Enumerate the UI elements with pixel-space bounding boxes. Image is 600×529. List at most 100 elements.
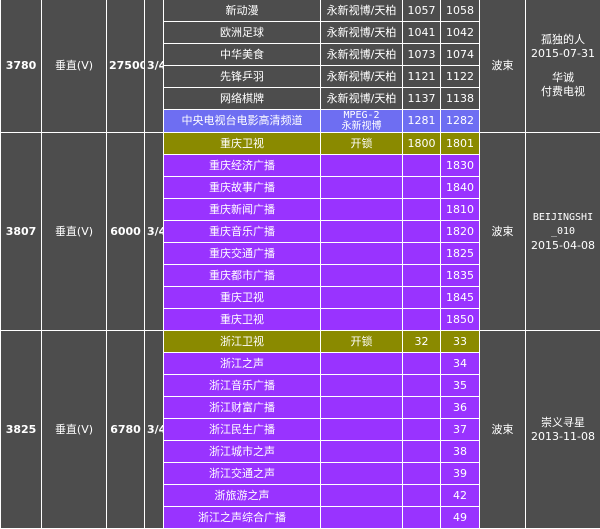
audio-pid: 1074 [441, 44, 480, 66]
symbol-rate: 27500 [107, 0, 145, 133]
fec: 3/4 [145, 0, 164, 133]
audio-pid: 1840 [441, 177, 480, 199]
polarity: 垂直(V) [42, 0, 107, 133]
audio-pid: 33 [441, 331, 480, 353]
encryption-system [321, 441, 403, 463]
encryption-system [321, 485, 403, 507]
video-pid: 32 [403, 331, 441, 353]
video-pid: 1041 [403, 22, 441, 44]
encryption-system [321, 419, 403, 441]
update-note: 崇义寻星 2013-11-08 [526, 331, 600, 529]
channel-name[interactable]: 重庆都市广播 [164, 265, 321, 287]
audio-pid: 1058 [441, 0, 480, 22]
encryption-system [321, 199, 403, 221]
note-user[interactable]: 崇义寻星 [528, 416, 598, 430]
symbol-rate: 6000 [107, 133, 145, 331]
channel-table: 3780 垂直(V) 27500 3/4 新动漫 永新视博/天柏 1057 10… [0, 0, 600, 529]
encryption-system [321, 397, 403, 419]
video-pid [403, 353, 441, 375]
video-pid: 1121 [403, 66, 441, 88]
channel-name[interactable]: 新动漫 [164, 0, 321, 22]
video-pid [403, 243, 441, 265]
channel-name[interactable]: 浙江民生广播 [164, 419, 321, 441]
channel-name[interactable]: 重庆故事广播 [164, 177, 321, 199]
fec: 3/4 [145, 331, 164, 529]
channel-name[interactable]: 重庆音乐广播 [164, 221, 321, 243]
audio-pid: 49 [441, 507, 480, 529]
video-pid [403, 419, 441, 441]
audio-pid: 1801 [441, 133, 480, 155]
audio-pid: 1845 [441, 287, 480, 309]
encryption-system [321, 155, 403, 177]
encryption-system: 永新视博/天柏 [321, 0, 403, 22]
encryption-system: 永新视博/天柏 [321, 44, 403, 66]
video-pid [403, 507, 441, 529]
encryption-system [321, 177, 403, 199]
encryption-system [321, 375, 403, 397]
video-pid [403, 265, 441, 287]
polarity: 垂直(V) [42, 133, 107, 331]
channel-name[interactable]: 中央电视台电影高清频道 [164, 110, 321, 133]
note-provider: 华诚 [528, 71, 598, 85]
video-pid [403, 177, 441, 199]
note-date: 2013-11-08 [528, 430, 598, 444]
system-ca: 永新视博 [323, 121, 400, 132]
encryption-system: 永新视博/天柏 [321, 22, 403, 44]
channel-name[interactable]: 先锋乒羽 [164, 66, 321, 88]
table-row: 3807 垂直(V) 6000 3/4 重庆卫视 开锁 1800 1801 波束… [1, 133, 600, 155]
channel-name[interactable]: 浙江卫视 [164, 331, 321, 353]
channel-name[interactable]: 浙江音乐广播 [164, 375, 321, 397]
transponder-frequency: 3825 [1, 331, 42, 529]
note-user[interactable]: BEIJINGSHI [528, 211, 598, 225]
audio-pid: 1835 [441, 265, 480, 287]
symbol-rate: 6780 [107, 331, 145, 529]
fec: 3/4 [145, 133, 164, 331]
channel-name[interactable]: 重庆卫视 [164, 133, 321, 155]
channel-name[interactable]: 浙江之声综合广播 [164, 507, 321, 529]
encryption-system [321, 265, 403, 287]
update-note: BEIJINGSHI _010 2015-04-08 [526, 133, 600, 331]
encryption-system [321, 507, 403, 529]
beam: 波束 [480, 133, 526, 331]
channel-name[interactable]: 重庆卫视 [164, 309, 321, 331]
video-pid [403, 485, 441, 507]
audio-pid: 1042 [441, 22, 480, 44]
video-pid: 1057 [403, 0, 441, 22]
encryption-system [321, 309, 403, 331]
audio-pid: 34 [441, 353, 480, 375]
note-user-suffix[interactable]: _010 [528, 225, 598, 239]
audio-pid: 1282 [441, 110, 480, 133]
channel-name[interactable]: 网络棋牌 [164, 88, 321, 110]
video-pid [403, 375, 441, 397]
audio-pid: 1830 [441, 155, 480, 177]
channel-name[interactable]: 浙江城市之声 [164, 441, 321, 463]
channel-name[interactable]: 浙江交通之声 [164, 463, 321, 485]
channel-name[interactable]: 浙江财富广播 [164, 397, 321, 419]
note-user[interactable]: 孤独的人 [528, 33, 598, 47]
note-date: 2015-04-08 [528, 239, 598, 253]
encryption-system: 永新视博/天柏 [321, 88, 403, 110]
channel-name[interactable]: 中华美食 [164, 44, 321, 66]
note-date: 2015-07-31 [528, 47, 598, 61]
audio-pid: 36 [441, 397, 480, 419]
channel-name[interactable]: 重庆经济广播 [164, 155, 321, 177]
encryption-system [321, 221, 403, 243]
encryption-system [321, 463, 403, 485]
system-format: MPEG-2 [323, 110, 400, 121]
video-pid: 1800 [403, 133, 441, 155]
audio-pid: 1810 [441, 199, 480, 221]
audio-pid: 1820 [441, 221, 480, 243]
channel-name[interactable]: 浙旅游之声 [164, 485, 321, 507]
audio-pid: 1138 [441, 88, 480, 110]
channel-name[interactable]: 浙江之声 [164, 353, 321, 375]
channel-name[interactable]: 欧洲足球 [164, 22, 321, 44]
table-row: 3825 垂直(V) 6780 3/4 浙江卫视 开锁 32 33 波束 崇义寻… [1, 331, 600, 353]
video-pid [403, 441, 441, 463]
polarity: 垂直(V) [42, 331, 107, 529]
channel-name[interactable]: 重庆新闻广播 [164, 199, 321, 221]
video-pid [403, 397, 441, 419]
channel-name[interactable]: 重庆交通广播 [164, 243, 321, 265]
note-pay-tv: 付费电视 [528, 85, 598, 99]
channel-name[interactable]: 重庆卫视 [164, 287, 321, 309]
encryption-system: 开锁 [321, 133, 403, 155]
